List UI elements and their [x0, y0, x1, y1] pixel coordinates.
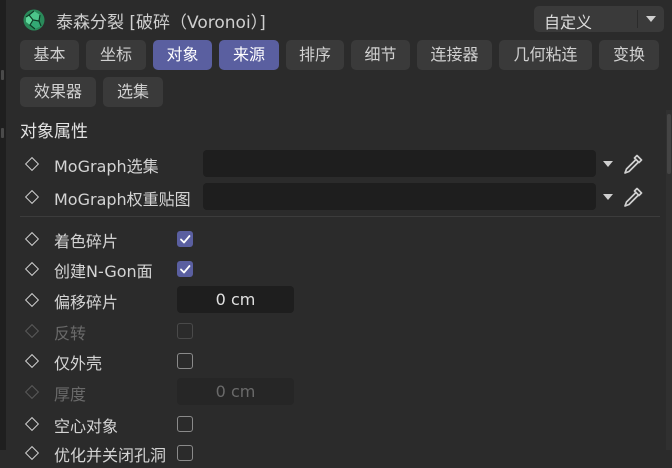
object-title: 泰森分裂 [破碎（Voronoi）]: [56, 13, 266, 33]
thickness-row: 厚度 0 cm: [0, 377, 672, 407]
chevron-down-icon[interactable]: [603, 194, 613, 200]
offset-fragments-row: 偏移碎片 0 cm: [0, 285, 672, 315]
panel-edge-marker: [1, 128, 4, 138]
chevron-down-icon[interactable]: [603, 161, 613, 167]
tab-detail[interactable]: 细节: [351, 40, 410, 70]
field-label: 着色碎片: [54, 232, 119, 251]
outer-shell-checkbox[interactable]: [177, 353, 193, 369]
panel-edge-marker: [1, 70, 4, 80]
field-label: 仅外壳: [54, 354, 103, 373]
hollow-object-row: 空心对象: [0, 409, 672, 439]
field-label: 反转: [54, 324, 87, 343]
tab-sorting[interactable]: 排序: [286, 40, 344, 70]
scrollbar-thumb[interactable]: [667, 114, 671, 174]
dropdown-separator: [637, 10, 638, 28]
mograph-selection-row: MoGraph选集: [0, 149, 672, 179]
color-fragments-checkbox[interactable]: [177, 231, 193, 247]
section-title: 对象属性: [20, 122, 88, 142]
keyframe-diamond-icon[interactable]: [24, 292, 40, 308]
tab-selection[interactable]: 选集: [103, 77, 163, 107]
mograph-selection-link-field[interactable]: [203, 150, 596, 177]
outer-shell-row: 仅外壳: [0, 346, 672, 376]
section-divider: [20, 216, 660, 217]
mograph-weightmap-row: MoGraph权重贴图: [0, 182, 672, 212]
field-label: 偏移碎片: [54, 293, 119, 312]
keyframe-diamond-icon: [24, 384, 40, 400]
checkmark-icon: [180, 265, 191, 274]
mode-value: 自定义: [544, 13, 593, 32]
tab-basic[interactable]: 基本: [20, 40, 79, 70]
create-ngon-checkbox[interactable]: [177, 261, 193, 277]
keyframe-diamond-icon[interactable]: [24, 156, 40, 172]
field-label: 创建N-Gon面: [54, 262, 153, 281]
field-label: 空心对象: [54, 417, 119, 436]
invert-row: 反转: [0, 316, 672, 346]
vertical-scrollbar[interactable]: [666, 110, 672, 450]
field-label: 优化并关闭孔洞: [54, 446, 167, 465]
tab-effectors[interactable]: 效果器: [20, 77, 96, 107]
keyframe-diamond-icon[interactable]: [24, 353, 40, 369]
field-label: MoGraph权重贴图: [54, 190, 191, 209]
field-label: 厚度: [54, 385, 87, 404]
tab-object[interactable]: 对象: [153, 40, 212, 70]
tab-coord[interactable]: 坐标: [86, 40, 146, 70]
keyframe-diamond-icon[interactable]: [24, 261, 40, 277]
tab-source[interactable]: 来源: [219, 40, 279, 70]
thickness-input: 0 cm: [177, 378, 294, 405]
keyframe-diamond-icon[interactable]: [24, 189, 40, 205]
partial-row-checkbox[interactable]: [177, 445, 193, 461]
keyframe-diamond-icon: [24, 323, 40, 339]
mode-dropdown[interactable]: 自定义: [534, 6, 664, 32]
create-ngon-row: 创建N-Gon面: [0, 254, 672, 284]
eyedropper-icon[interactable]: [620, 151, 646, 177]
tab-connector[interactable]: 连接器: [417, 40, 492, 70]
invert-checkbox: [177, 323, 193, 339]
voronoi-fracture-icon: [23, 9, 45, 31]
hollow-object-checkbox[interactable]: [177, 416, 193, 432]
tab-geometry-glue[interactable]: 几何粘连: [499, 40, 592, 70]
keyframe-diamond-icon[interactable]: [24, 231, 40, 247]
keyframe-diamond-icon[interactable]: [24, 445, 40, 461]
offset-fragments-input[interactable]: 0 cm: [177, 286, 294, 313]
keyframe-diamond-icon[interactable]: [24, 416, 40, 432]
field-label: MoGraph选集: [54, 157, 159, 176]
partial-row: 优化并关闭孔洞: [0, 438, 672, 468]
chevron-down-icon: [646, 16, 656, 22]
checkmark-icon: [180, 235, 191, 244]
color-fragments-row: 着色碎片: [0, 224, 672, 254]
mograph-weightmap-link-field[interactable]: [203, 183, 596, 210]
attribute-header: 泰森分裂 [破碎（Voronoi）] 自定义: [20, 4, 664, 34]
eyedropper-icon[interactable]: [620, 184, 646, 210]
tab-transform[interactable]: 变换: [599, 40, 659, 70]
